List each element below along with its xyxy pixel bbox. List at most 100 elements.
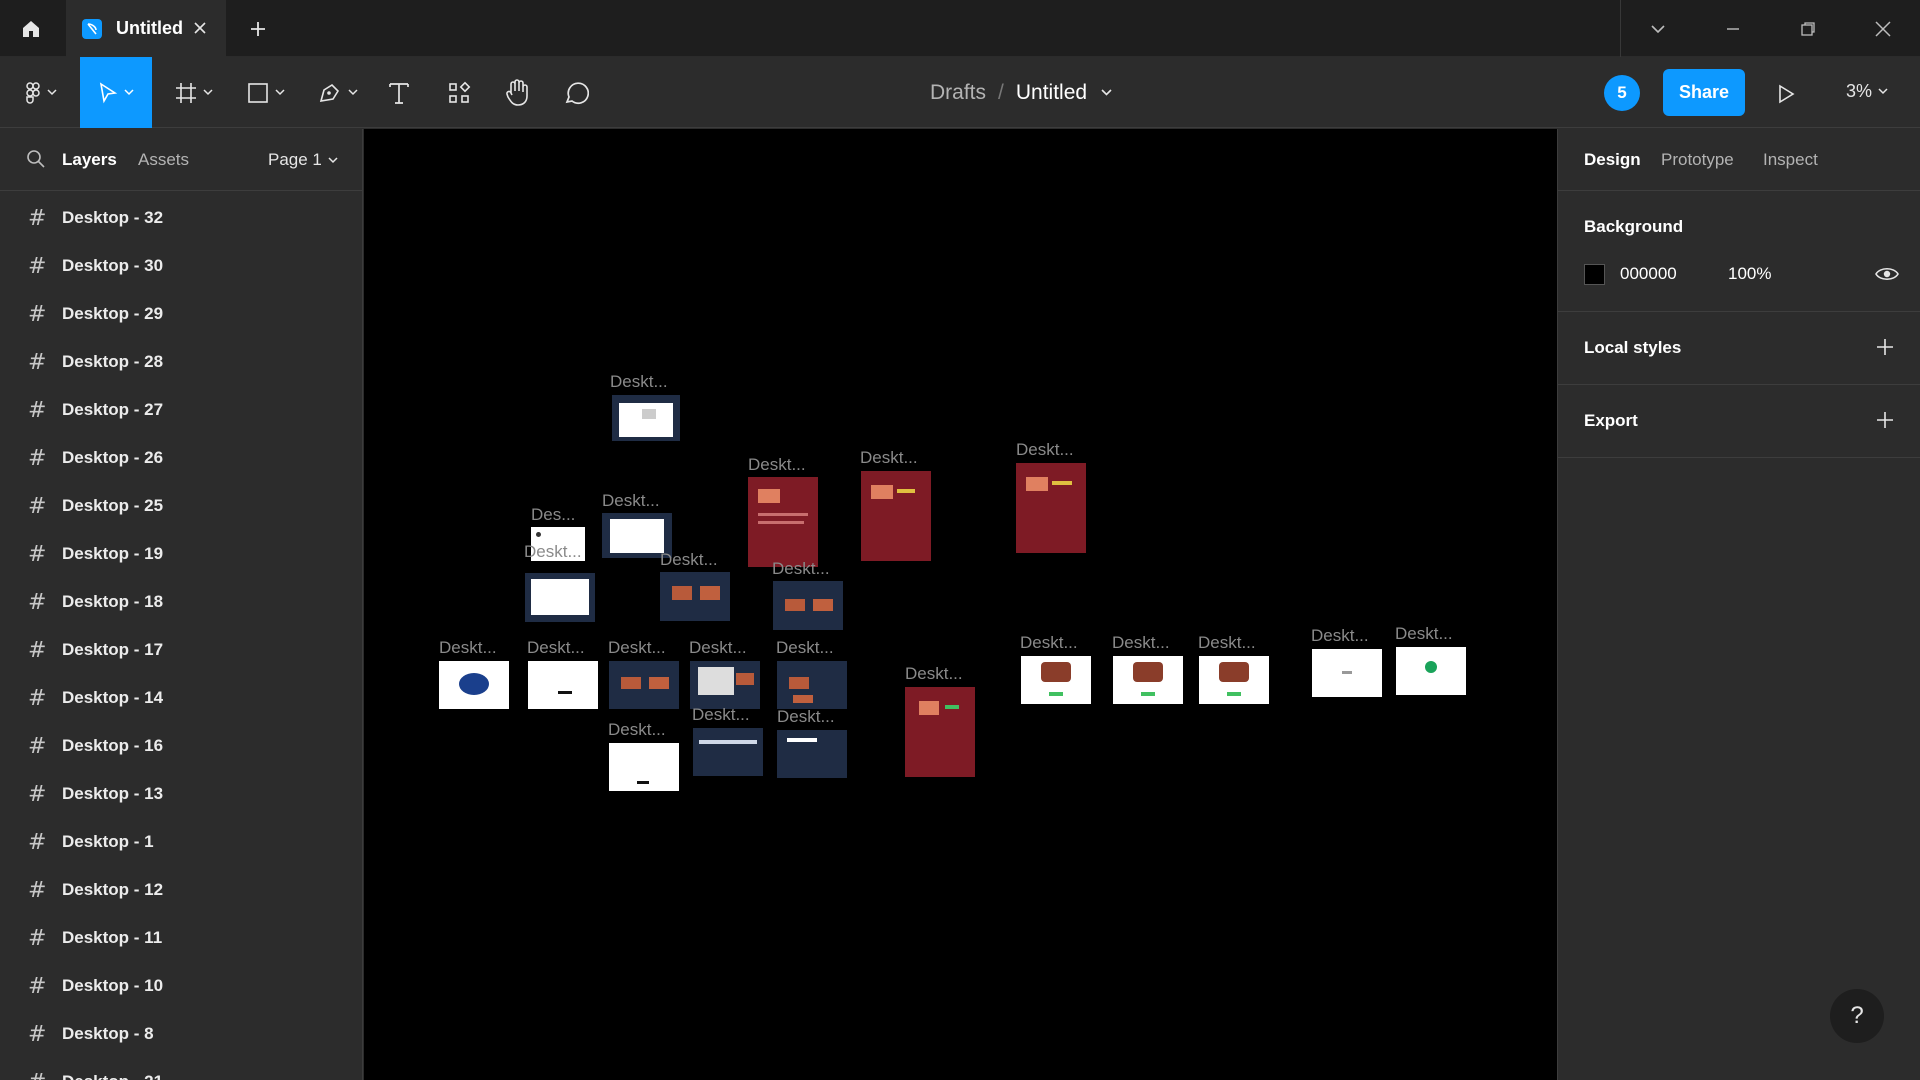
frame-thumbnail[interactable] [1021, 656, 1091, 704]
frame-thumbnail[interactable] [748, 477, 818, 567]
frame-thumbnail[interactable] [690, 661, 760, 709]
chevron-down-icon [1878, 88, 1888, 95]
layer-item[interactable]: # Desktop - 26 [0, 434, 362, 482]
layer-item[interactable]: # Desktop - 1 [0, 818, 362, 866]
layer-item[interactable]: # Desktop - 19 [0, 530, 362, 578]
restore-icon [1801, 22, 1815, 36]
frame-thumbnail[interactable] [1312, 649, 1382, 697]
background-opacity-input[interactable]: 100% [1728, 264, 1771, 284]
tab-layers[interactable]: Layers [62, 150, 117, 170]
hash-icon: # [28, 301, 47, 327]
background-hex-input[interactable]: 000000 [1620, 264, 1677, 284]
breadcrumb: Drafts / Untitled [930, 57, 1112, 128]
frame-thumbnail[interactable] [528, 661, 598, 709]
layer-item[interactable]: # Desktop - 32 [0, 194, 362, 242]
layer-label: Desktop - 13 [62, 784, 164, 803]
layer-item[interactable]: #Desktop - 21 [0, 1058, 362, 1080]
text-tool-button[interactable] [382, 57, 416, 128]
layer-item[interactable]: # Desktop - 28 [0, 338, 362, 386]
hash-icon: # [28, 925, 47, 951]
frame-thumbnail[interactable] [609, 743, 679, 791]
layer-item[interactable]: # Desktop - 18 [0, 578, 362, 626]
help-button[interactable]: ? [1830, 989, 1884, 1043]
frame-thumbnail[interactable] [609, 661, 679, 709]
comment-tool-button[interactable] [560, 57, 592, 128]
breadcrumb-drafts-link[interactable]: Drafts [930, 81, 986, 105]
frame-label: Deskt... [748, 455, 806, 474]
layer-item[interactable]: # Desktop - 27 [0, 386, 362, 434]
canvas[interactable]: Deskt... Des... Deskt... Deskt... Deskt.… [364, 129, 1557, 1080]
layer-item[interactable]: # Desktop - 8 [0, 1010, 362, 1058]
eye-icon[interactable] [1875, 264, 1899, 284]
share-button[interactable]: Share [1663, 69, 1745, 116]
page-label: Page 1 [268, 150, 322, 169]
main-menu-button[interactable] [16, 57, 66, 128]
frame-thumbnail[interactable] [773, 581, 843, 630]
frame-thumbnail[interactable] [612, 395, 680, 441]
new-tab-button[interactable] [246, 17, 270, 41]
home-button[interactable] [0, 0, 62, 57]
plus-icon[interactable] [1875, 410, 1895, 430]
frame-label: Deskt... [1198, 633, 1256, 652]
right-panel-tabs: Design Prototype Inspect [1558, 129, 1920, 191]
frame-thumbnail[interactable] [1199, 656, 1269, 704]
page-selector[interactable]: Page 1 [268, 150, 338, 170]
tab-inspect[interactable]: Inspect [1763, 150, 1818, 170]
zoom-menu[interactable]: 3% [1846, 81, 1888, 102]
frame-label: Deskt... [905, 664, 963, 683]
hash-icon: # [28, 973, 47, 999]
frame-thumbnail[interactable] [905, 687, 975, 777]
tab-assets[interactable]: Assets [138, 150, 189, 170]
hand-tool-button[interactable] [502, 57, 532, 128]
layer-label: Desktop - 30 [62, 256, 164, 275]
close-window-button[interactable] [1870, 16, 1896, 42]
layer-item[interactable]: # Desktop - 10 [0, 962, 362, 1010]
frame-thumbnail[interactable] [777, 730, 847, 778]
frame-thumbnail[interactable] [525, 573, 595, 622]
frame-thumbnail[interactable] [777, 661, 847, 709]
resources-button[interactable] [444, 57, 474, 128]
frame-thumbnail[interactable] [1396, 647, 1466, 695]
minimize-button[interactable] [1720, 16, 1746, 42]
search-icon[interactable] [26, 149, 46, 169]
plus-icon[interactable] [1875, 337, 1895, 357]
file-title[interactable]: Untitled [1016, 81, 1087, 105]
hash-icon: # [28, 589, 47, 615]
layer-item[interactable]: # Desktop - 29 [0, 290, 362, 338]
tabs-dropdown-button[interactable] [1645, 16, 1671, 42]
layer-item[interactable]: # Desktop - 30 [0, 242, 362, 290]
restore-button[interactable] [1795, 16, 1821, 42]
layer-label: Desktop - 26 [62, 448, 164, 467]
close-tab-button[interactable] [190, 18, 210, 38]
frame-thumbnail[interactable] [861, 471, 931, 561]
layer-item[interactable]: # Desktop - 16 [0, 722, 362, 770]
frame-thumbnail[interactable] [1016, 463, 1086, 553]
shape-tool-button[interactable] [240, 57, 292, 128]
layer-item[interactable]: # Desktop - 25 [0, 482, 362, 530]
move-tool-button[interactable] [80, 57, 152, 128]
background-color-swatch[interactable] [1584, 264, 1605, 285]
frame-thumbnail[interactable] [660, 572, 730, 621]
layer-item[interactable]: # Desktop - 11 [0, 914, 362, 962]
chevron-down-icon[interactable] [1101, 89, 1112, 96]
layer-item[interactable]: # Desktop - 13 [0, 770, 362, 818]
hash-icon: # [28, 1021, 47, 1047]
layer-item[interactable]: # Desktop - 17 [0, 626, 362, 674]
frame-thumbnail[interactable] [1113, 656, 1183, 704]
tab-design[interactable]: Design [1584, 150, 1641, 170]
pen-tool-button[interactable] [312, 57, 364, 128]
frame-thumbnail[interactable] [693, 728, 763, 776]
layer-item[interactable]: # Desktop - 12 [0, 866, 362, 914]
chevron-down-icon [124, 89, 134, 96]
frame-thumbnail[interactable] [439, 661, 509, 709]
layer-label: Desktop - 10 [62, 976, 164, 995]
avatar[interactable]: 5 [1604, 75, 1640, 111]
frame-tool-button[interactable] [168, 57, 220, 128]
layer-item[interactable]: # Desktop - 14 [0, 674, 362, 722]
layer-label: Desktop - 14 [62, 688, 164, 707]
chevron-down-icon [47, 89, 57, 96]
hash-icon: # [28, 397, 47, 423]
tab-prototype[interactable]: Prototype [1661, 150, 1734, 170]
file-tab[interactable]: Untitled [66, 0, 226, 57]
present-button[interactable] [1772, 80, 1800, 108]
